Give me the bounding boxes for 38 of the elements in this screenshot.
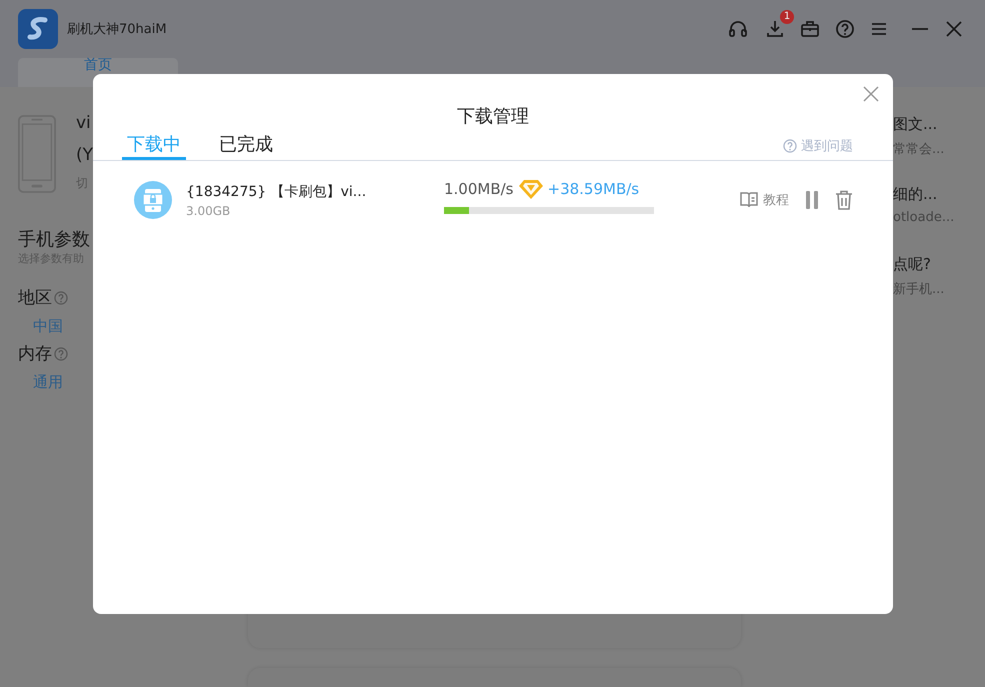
section-title: 手机参数 <box>18 228 91 251</box>
headset-icon[interactable] <box>728 19 748 39</box>
tab[interactable]: 已完成 <box>214 132 278 160</box>
field-label: 地区 <box>18 287 52 309</box>
device-name: vi <box>76 113 92 133</box>
file-size: 3.00GB <box>186 204 232 218</box>
diamond-icon <box>518 178 544 200</box>
field-value[interactable]: 通用 <box>33 373 93 392</box>
tutorial-button[interactable]: 教程 <box>739 190 789 210</box>
article-title[interactable]: 点呢? <box>893 255 985 274</box>
phone-lock-icon <box>134 181 172 219</box>
article-summary: 常常会... <box>893 141 946 158</box>
field-value[interactable]: 中国 <box>33 317 93 336</box>
help-icon[interactable] <box>835 19 855 39</box>
app-name: 刷机大神70haiM <box>67 21 167 38</box>
close-icon[interactable] <box>863 86 879 102</box>
close-icon[interactable] <box>945 20 963 38</box>
help-icon <box>783 139 797 153</box>
article-summary: otloade... <box>893 210 956 225</box>
download-speed: 1.00MB/s <box>444 180 514 198</box>
device-model: (Y <box>76 145 93 165</box>
article-title[interactable]: 图文... <box>893 115 985 134</box>
help-link[interactable]: 遇到问题 <box>783 137 853 160</box>
file-name: {1834275} 【卡刷包】vi... <box>186 182 368 200</box>
toolbox-icon[interactable] <box>800 19 820 39</box>
pause-icon[interactable] <box>805 191 819 209</box>
article-title[interactable]: 细的... <box>893 185 985 204</box>
article-summary: 新手机... <box>893 281 946 298</box>
download-icon[interactable] <box>765 19 785 39</box>
dialog-title: 下载管理 <box>456 105 530 128</box>
download-count-badge: 1 <box>780 10 794 24</box>
field-label: 内存 <box>18 343 52 365</box>
tab[interactable]: 下载中 <box>122 132 186 160</box>
app-logo-icon <box>18 9 58 49</box>
book-icon <box>739 190 759 210</box>
menu-icon[interactable] <box>870 20 888 38</box>
boost-speed: +38.59MB/s <box>548 180 640 198</box>
delete-icon[interactable] <box>835 190 853 210</box>
